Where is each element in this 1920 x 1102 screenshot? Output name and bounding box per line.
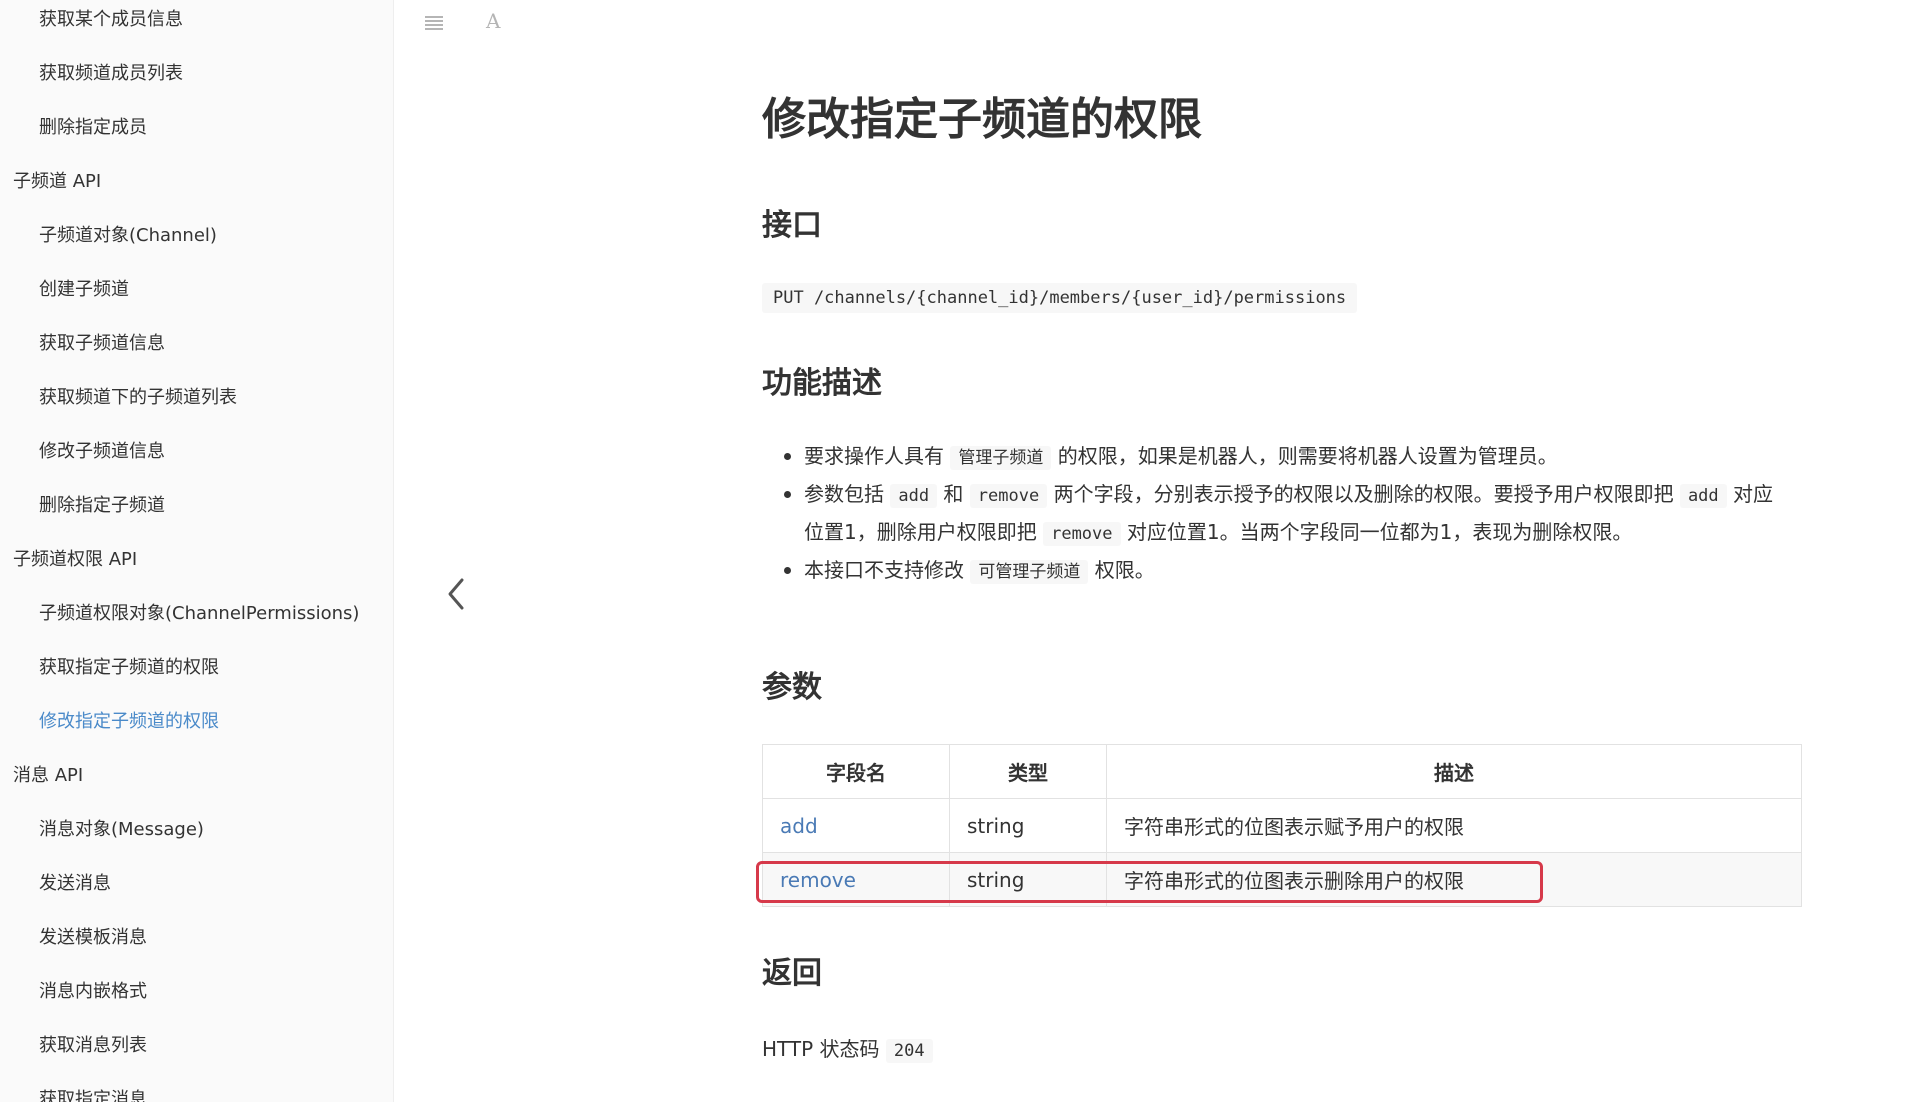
params-table: 字段名 类型 描述 add string 字符串形式的位图表示赋予用户的权限 r…: [762, 744, 1802, 907]
sidebar-item-get-member-list[interactable]: 获取频道成员列表: [0, 54, 393, 94]
field-link-add[interactable]: add: [780, 814, 818, 838]
sidebar-item-send-message[interactable]: 发送消息: [0, 864, 393, 904]
description-list: 要求操作人具有 管理子频道 的权限，如果是机器人，则需要将机器人设置为管理员。 …: [762, 438, 1782, 590]
sidebar-section-channel-api[interactable]: 子频道 API: [0, 162, 393, 202]
field-link-remove[interactable]: remove: [780, 868, 856, 892]
sidebar-item-delete-member[interactable]: 删除指定成员: [0, 108, 393, 148]
sidebar-section-message-api[interactable]: 消息 API: [0, 756, 393, 796]
sidebar-item-create-channel[interactable]: 创建子频道: [0, 270, 393, 310]
column-header-description: 描述: [1106, 744, 1802, 799]
table-cell-description: 字符串形式的位图表示删除用户的权限: [1106, 852, 1802, 907]
sidebar-item-get-channel-list[interactable]: 获取频道下的子频道列表: [0, 378, 393, 418]
return-heading: 返回: [762, 956, 822, 991]
sidebar-item-channel-permissions-object[interactable]: 子频道权限对象(ChannelPermissions): [0, 594, 393, 634]
font-settings-icon[interactable]: A: [486, 9, 500, 33]
column-header-field: 字段名: [762, 744, 950, 799]
sidebar-item-message-object[interactable]: 消息对象(Message): [0, 810, 393, 850]
sidebar-item-modify-channel-permissions[interactable]: 修改指定子频道的权限: [0, 702, 393, 742]
table-cell-field: add: [762, 798, 950, 853]
table-row: add string 字符串形式的位图表示赋予用户的权限: [762, 798, 1802, 853]
column-header-type: 类型: [949, 744, 1107, 799]
sidebar-item-channel-object[interactable]: 子频道对象(Channel): [0, 216, 393, 256]
toc-menu-icon[interactable]: [423, 10, 447, 34]
description-heading: 功能描述: [762, 366, 882, 401]
list-item: 本接口不支持修改 可管理子频道 权限。: [762, 552, 1782, 590]
prev-page-chevron-left-icon[interactable]: [442, 572, 470, 616]
sidebar-nav: 获取某个成员信息 获取频道成员列表 删除指定成员 子频道 API 子频道对象(C…: [0, 0, 394, 1102]
endpoint-code: PUT /channels/{channel_id}/members/{user…: [762, 283, 1358, 313]
list-item: 要求操作人具有 管理子频道 的权限，如果是机器人，则需要将机器人设置为管理员。: [762, 438, 1782, 476]
list-item: 参数包括 add 和 remove 两个字段，分别表示授予的权限以及删除的权限。…: [762, 476, 1782, 552]
page-title: 修改指定子频道的权限: [762, 94, 1202, 145]
table-cell-type: string: [949, 852, 1107, 907]
sidebar-item-send-template-message[interactable]: 发送模板消息: [0, 918, 393, 958]
sidebar-item-message-embed-format[interactable]: 消息内嵌格式: [0, 972, 393, 1012]
sidebar-section-channel-permissions-api[interactable]: 子频道权限 API: [0, 540, 393, 580]
sidebar-item-modify-channel[interactable]: 修改子频道信息: [0, 432, 393, 472]
table-cell-description: 字符串形式的位图表示赋予用户的权限: [1106, 798, 1802, 853]
endpoint: PUT /channels/{channel_id}/members/{user…: [762, 282, 1358, 314]
sidebar-item-delete-channel[interactable]: 删除指定子频道: [0, 486, 393, 526]
interface-heading: 接口: [762, 208, 822, 243]
table-header-row: 字段名 类型 描述: [762, 744, 1802, 799]
table-cell-type: string: [949, 798, 1107, 853]
sidebar-item-get-channel-permissions[interactable]: 获取指定子频道的权限: [0, 648, 393, 688]
sidebar-item-get-channel[interactable]: 获取子频道信息: [0, 324, 393, 364]
sidebar-item-get-message-list[interactable]: 获取消息列表: [0, 1026, 393, 1066]
params-heading: 参数: [762, 670, 822, 705]
return-status: HTTP 状态码 204: [762, 1032, 933, 1068]
sidebar-item-get-member[interactable]: 获取某个成员信息: [0, 0, 393, 40]
status-code: 204: [885, 1039, 933, 1063]
sidebar-item-get-message[interactable]: 获取指定消息: [0, 1080, 393, 1102]
table-cell-field: remove: [762, 852, 950, 907]
table-row: remove string 字符串形式的位图表示删除用户的权限: [762, 852, 1802, 907]
